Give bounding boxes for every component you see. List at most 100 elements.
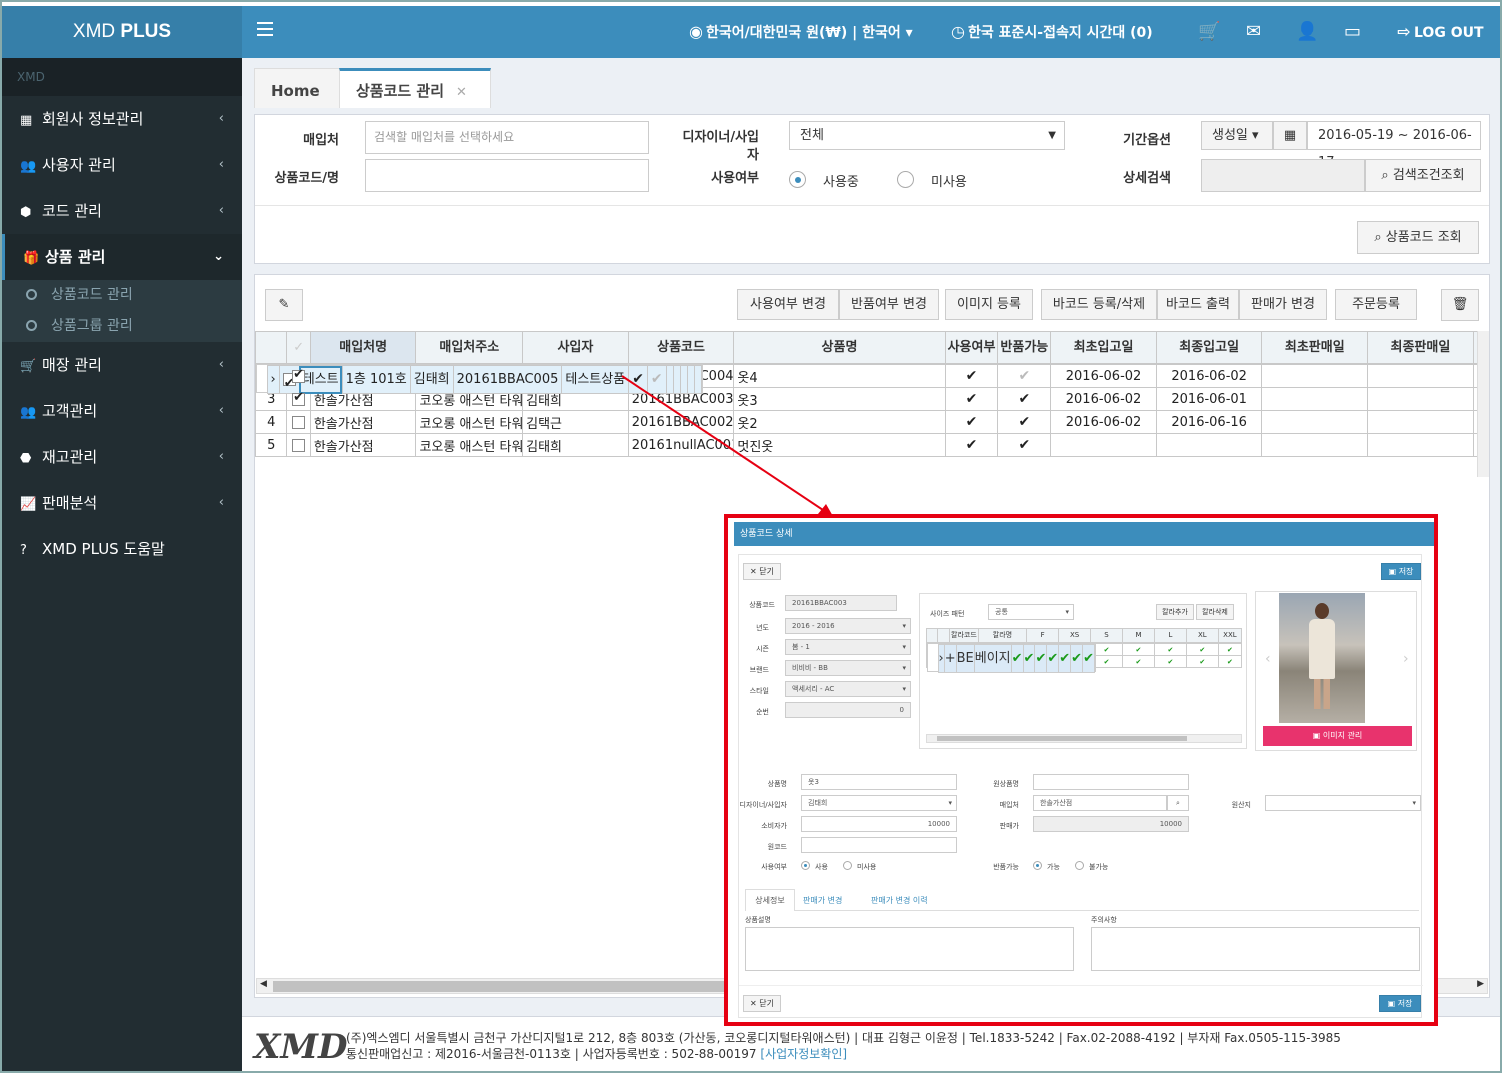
- sidebar-item-users[interactable]: 👥 사용자 관리 ‹: [2, 142, 242, 188]
- table-row[interactable]: 4 한솔가산점 코오롱 애스턴 타워 김택근 20161BBAC002 옷2 ✔ ✔ 2016-…: [254, 410, 1490, 434]
- table-cell[interactable]: [1261, 364, 1369, 388]
- year-select[interactable]: 2016 - 2016 ▾: [785, 618, 911, 634]
- popup-close-button-top[interactable]: ✕ 닫기: [743, 563, 781, 580]
- table-cell[interactable]: 김태희: [409, 365, 454, 394]
- tab-home[interactable]: Home: [254, 68, 340, 108]
- toolbar-button-price-change[interactable]: 판매가 변경: [1239, 289, 1327, 320]
- color-row-add[interactable]: +: [943, 644, 957, 673]
- table-cell[interactable]: 김태희: [522, 433, 629, 457]
- use-off-radio[interactable]: [897, 171, 914, 188]
- size-check-cell[interactable]: ✔: [1070, 644, 1084, 673]
- toolbar-button-order-register[interactable]: 주문등록: [1335, 289, 1417, 320]
- add-color-button[interactable]: 칼라추가: [1156, 604, 1194, 620]
- sidebar-item-products[interactable]: 🎁 상품 관리 ⌄: [2, 234, 242, 280]
- col-supplier-address[interactable]: 매입처주소: [415, 331, 524, 364]
- table-cell[interactable]: 멋진옷: [733, 433, 946, 457]
- calendar-icon[interactable]: ▦: [1273, 121, 1307, 150]
- size-check-cell[interactable]: ✔: [1022, 644, 1036, 673]
- sidebar-item-customers[interactable]: 👥 고객관리 ‹: [2, 388, 242, 434]
- note-textarea[interactable]: [1091, 927, 1420, 971]
- popup-use-on-radio[interactable]: [801, 861, 810, 870]
- cart-icon[interactable]: 🛒: [1198, 6, 1220, 58]
- col-buyer[interactable]: 사입자: [522, 331, 629, 364]
- popup-use-off-radio[interactable]: [843, 861, 852, 870]
- toolbar-button-return-change[interactable]: 반품여부 변경: [839, 289, 939, 320]
- table-cell[interactable]: [1367, 410, 1474, 434]
- table-cell[interactable]: 테스트상품: [561, 365, 630, 394]
- size-check-cell[interactable]: ✔: [1217, 655, 1243, 668]
- table-cell[interactable]: 20161BBAC005: [452, 365, 563, 394]
- scroll-right-icon[interactable]: ▶: [1477, 979, 1484, 989]
- color-row[interactable]: › + BE 베이지 ✔ ✔ ✔ ✔ ✔ ✔ ✔: [926, 643, 1096, 673]
- table-cell[interactable]: 코오롱 애스턴 타워: [415, 433, 524, 457]
- search-icon[interactable]: ⌕: [1167, 795, 1189, 811]
- product-photo[interactable]: [1279, 593, 1365, 723]
- table-cell[interactable]: [665, 365, 674, 394]
- chevron-left-icon[interactable]: ‹: [1265, 651, 1271, 667]
- popup-save-button-top[interactable]: ▣ 저장: [1381, 563, 1421, 580]
- popup-close-button-bottom[interactable]: ✕ 닫기: [743, 995, 781, 1012]
- table-cell[interactable]: [1367, 433, 1474, 457]
- table-cell[interactable]: [679, 365, 688, 394]
- table-cell[interactable]: [1367, 364, 1474, 388]
- row-checkbox[interactable]: [286, 433, 311, 457]
- period-type-dropdown[interactable]: 생성일 ▾: [1201, 121, 1273, 150]
- table-cell[interactable]: [1261, 410, 1369, 434]
- name-field[interactable]: 옷3: [801, 774, 957, 790]
- col-returnable[interactable]: 반품가능: [997, 331, 1052, 364]
- detail-tab-info[interactable]: 상세정보: [745, 889, 795, 911]
- size-check-cell[interactable]: ✔: [1217, 643, 1243, 656]
- table-cell[interactable]: ✔: [628, 365, 648, 394]
- size-check-cell[interactable]: ✔: [1082, 644, 1095, 673]
- col-last-sale[interactable]: 최종판매일: [1367, 331, 1474, 364]
- credit-card-icon[interactable]: ▭: [1344, 6, 1361, 58]
- table-cell[interactable]: 1층 101호: [341, 365, 411, 394]
- detail-tab-price-history[interactable]: 판매가 변경 이력: [871, 895, 928, 906]
- scrollbar-thumb[interactable]: [273, 981, 743, 992]
- size-check-cell[interactable]: ✔: [1153, 643, 1187, 656]
- season-select[interactable]: 봄 - 1 ▾: [785, 639, 911, 655]
- timezone-display[interactable]: ◷ 한국 표준시-접속지 시간대 (0): [948, 6, 1153, 58]
- table-cell[interactable]: [1261, 387, 1369, 411]
- table-cell[interactable]: ✔: [997, 387, 1052, 411]
- tab-product-code[interactable]: 상품코드 관리 ✕: [339, 68, 491, 108]
- col-first-sale[interactable]: 최초판매일: [1261, 331, 1369, 364]
- description-textarea[interactable]: [745, 927, 1074, 971]
- table-cell[interactable]: 2016-06-16: [1155, 410, 1263, 434]
- scroll-left-icon[interactable]: ◀: [260, 979, 267, 989]
- toolbar-button-image-register[interactable]: 이미지 등록: [945, 289, 1033, 320]
- toolbar-button-use-change[interactable]: 사용여부 변경: [737, 289, 839, 320]
- table-cell[interactable]: 한솔가산점: [309, 410, 417, 434]
- image-manage-button[interactable]: ▣ 이미지 관리: [1263, 726, 1412, 746]
- app-logo[interactable]: XMD PLUS: [2, 6, 242, 58]
- supplier-input[interactable]: 검색할 매입처를 선택하세요: [365, 121, 649, 154]
- language-selector[interactable]: ◉ 한국어/대한민국 원(₩) | 한국어 ▾: [686, 6, 913, 58]
- trash-icon[interactable]: 🗑: [1441, 289, 1479, 321]
- origin-select[interactable]: ▾: [1265, 795, 1421, 811]
- sale-price-field[interactable]: 10000: [1033, 816, 1189, 832]
- close-icon[interactable]: ✕: [456, 85, 467, 100]
- popup-save-button-bottom[interactable]: ▣ 저장: [1379, 995, 1421, 1012]
- sidebar-item-stores[interactable]: 🛒 매장 관리 ‹: [2, 342, 242, 388]
- sidebar-subitem-product-group[interactable]: 상품그룹 관리: [2, 311, 242, 342]
- return-off-radio[interactable]: [1075, 861, 1084, 870]
- size-check-cell[interactable]: ✔: [1046, 644, 1060, 673]
- table-cell[interactable]: 2016-06-01: [1155, 387, 1263, 411]
- search-product-code-button[interactable]: ⌕ 상품코드 조회: [1357, 221, 1479, 254]
- detail-search-input[interactable]: [1201, 159, 1365, 192]
- detail-tab-price-change[interactable]: 판매가 변경: [803, 895, 842, 906]
- orig-code-field[interactable]: [801, 837, 957, 853]
- table-cell[interactable]: 20161BBAC002: [627, 410, 735, 434]
- table-cell[interactable]: [1367, 387, 1474, 411]
- col-product-name[interactable]: 상품명: [733, 331, 946, 364]
- col-supplier-name[interactable]: 매입처명: [309, 331, 417, 364]
- sidebar-toggle-icon[interactable]: [257, 22, 273, 36]
- table-cell[interactable]: ✔: [646, 365, 667, 394]
- toolbar-button-barcode-register[interactable]: 바코드 등록/삭제: [1041, 289, 1157, 320]
- size-pattern-select[interactable]: 공통 ▾: [988, 604, 1074, 620]
- toolbar-button-barcode-print[interactable]: 바코드 출력: [1157, 289, 1239, 320]
- color-name-cell[interactable]: 베이지: [973, 644, 1012, 673]
- date-range-input[interactable]: 2016-05-19 ~ 2016-06-17: [1307, 121, 1481, 170]
- table-cell[interactable]: 코오롱 애스턴 타워: [415, 410, 524, 434]
- designer-select[interactable]: 전체 ▼: [789, 121, 1065, 150]
